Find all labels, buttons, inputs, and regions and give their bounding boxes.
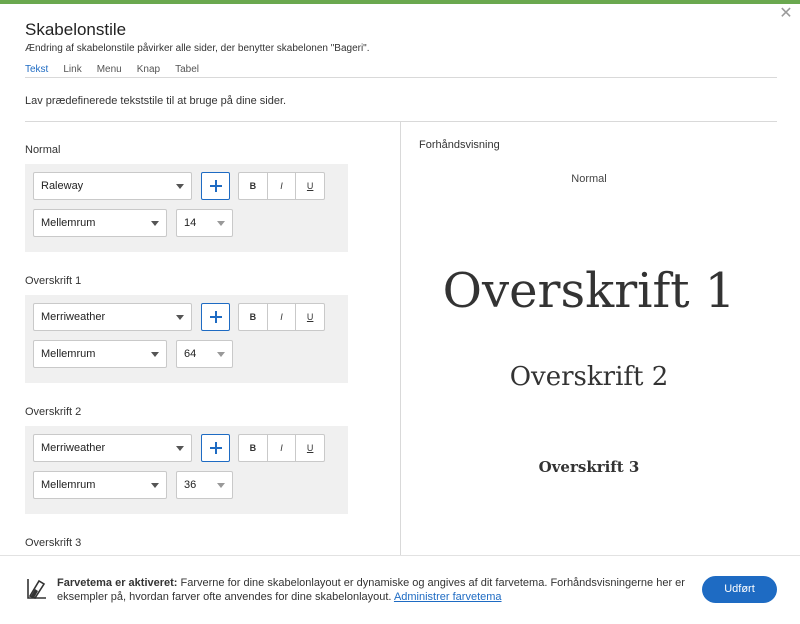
underline-button[interactable]: U <box>296 173 324 199</box>
style-label: Overskrift 3 <box>25 537 82 549</box>
style-block-normal: Normal Raleway B I U Mellemrum 14 <box>25 144 355 252</box>
underline-button[interactable]: U <box>296 304 324 330</box>
style-editor-panel[interactable]: Normal Raleway B I U Mellemrum 14 Oversk… <box>0 122 400 555</box>
style-block-heading-3: Overskrift 3 <box>25 537 355 549</box>
plus-icon <box>210 442 222 454</box>
top-accent-bar <box>0 0 800 4</box>
style-label: Overskrift 2 <box>25 406 82 418</box>
tab-tabel[interactable]: Tabel <box>175 64 199 81</box>
chevron-down-icon <box>151 352 159 357</box>
size-select[interactable]: 64 <box>176 340 233 368</box>
size-select-value: 14 <box>184 217 197 229</box>
chevron-down-icon <box>176 446 184 451</box>
format-buttons: B I U <box>238 434 325 462</box>
close-icon[interactable]: ✕ <box>778 6 794 22</box>
bold-button[interactable]: B <box>239 435 268 461</box>
style-block-heading-2: Overskrift 2 Merriweather B I U Mellemru… <box>25 406 355 514</box>
italic-button[interactable]: I <box>268 173 297 199</box>
italic-button[interactable]: I <box>268 304 297 330</box>
chevron-down-icon <box>151 221 159 226</box>
style-block-heading-1: Overskrift 1 Merriweather B I U Mellemru… <box>25 275 355 383</box>
dialog-title: Skabelonstile <box>25 20 127 39</box>
chevron-down-icon <box>217 483 225 488</box>
size-select[interactable]: 14 <box>176 209 233 237</box>
footer-divider <box>0 555 800 556</box>
format-buttons: B I U <box>238 303 325 331</box>
style-controls: Merriweather B I U Mellemrum 64 <box>25 295 348 383</box>
size-select[interactable]: 36 <box>176 471 233 499</box>
bold-button[interactable]: B <box>239 304 268 330</box>
dialog-subtitle: Ændring af skabelonstile påvirker alle s… <box>25 43 370 54</box>
font-select[interactable]: Merriweather <box>33 434 192 462</box>
tab-knap[interactable]: Knap <box>137 64 160 81</box>
style-label: Normal <box>25 144 61 156</box>
preview-heading-1: Overskrift 1 <box>442 263 736 319</box>
preview-heading-2: Overskrift 2 <box>509 362 669 392</box>
plus-icon <box>210 180 222 192</box>
style-controls: Merriweather B I U Mellemrum 36 <box>25 426 348 514</box>
add-button[interactable] <box>201 434 230 462</box>
spacing-select-value: Mellemrum <box>41 479 96 491</box>
tab-bar: Tekst Link Menu Knap Tabel <box>25 64 214 81</box>
style-label: Overskrift 1 <box>25 275 82 287</box>
font-select-value: Merriweather <box>41 442 106 454</box>
size-select-value: 36 <box>184 479 197 491</box>
font-select-value: Merriweather <box>41 311 106 323</box>
font-select-value: Raleway <box>41 180 84 192</box>
spacing-select[interactable]: Mellemrum <box>33 471 167 499</box>
bold-button[interactable]: B <box>239 173 268 199</box>
chevron-down-icon <box>176 315 184 320</box>
chevron-down-icon <box>217 352 225 357</box>
style-controls: Raleway B I U Mellemrum 14 <box>25 164 348 252</box>
preview-normal: Normal <box>571 173 607 185</box>
tabs-divider <box>25 77 777 78</box>
color-theme-icon <box>27 579 46 599</box>
spacing-select[interactable]: Mellemrum <box>33 340 167 368</box>
intro-text: Lav prædefinerede tekststile til at brug… <box>25 95 287 107</box>
preview-label: Forhåndsvisning <box>419 139 500 151</box>
format-buttons: B I U <box>238 172 325 200</box>
manage-color-theme-link[interactable]: Administrer farvetema <box>394 591 502 603</box>
underline-button[interactable]: U <box>296 435 324 461</box>
spacing-select-value: Mellemrum <box>41 348 96 360</box>
font-select[interactable]: Raleway <box>33 172 192 200</box>
italic-button[interactable]: I <box>268 435 297 461</box>
panel-divider <box>400 121 401 555</box>
size-select-value: 64 <box>184 348 197 360</box>
plus-icon <box>210 311 222 323</box>
tab-link[interactable]: Link <box>63 64 81 81</box>
footer-strong: Farvetema er aktiveret: <box>57 577 178 589</box>
footer-message: Farvetema er aktiveret: Farverne for din… <box>57 576 687 604</box>
tab-menu[interactable]: Menu <box>97 64 122 81</box>
done-button[interactable]: Udført <box>702 576 777 603</box>
font-select[interactable]: Merriweather <box>33 303 192 331</box>
chevron-down-icon <box>176 184 184 189</box>
chevron-down-icon <box>217 221 225 226</box>
chevron-down-icon <box>151 483 159 488</box>
spacing-select[interactable]: Mellemrum <box>33 209 167 237</box>
add-button[interactable] <box>201 172 230 200</box>
preview-heading-3: Overskrift 3 <box>538 458 640 476</box>
tab-tekst[interactable]: Tekst <box>25 64 48 81</box>
add-button[interactable] <box>201 303 230 331</box>
spacing-select-value: Mellemrum <box>41 217 96 229</box>
